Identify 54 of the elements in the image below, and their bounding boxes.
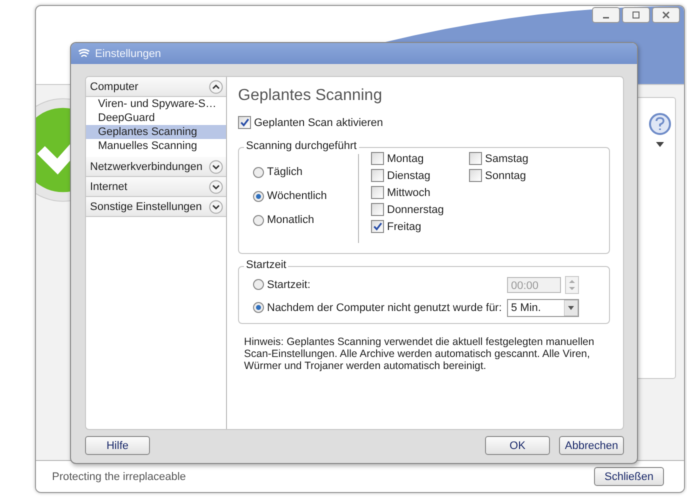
sidebar-item[interactable]: Viren- und Spyware-S… — [86, 97, 226, 111]
note-text: Hinweis: Geplantes Scanning verwendet die aktuell festgelegten manuellen Scan-Einstellungen. Alle Archive werden automatisch gescannt. Alle Viren, Würmer und Trojaner werden automatisch bereinigt. — [243, 336, 596, 372]
radio-label: Monatlich — [267, 214, 314, 226]
sidebar-section-header[interactable]: Internet — [86, 177, 226, 197]
close-button[interactable]: Schließen — [594, 467, 664, 486]
expand-icon[interactable] — [209, 160, 223, 174]
checkbox[interactable] — [371, 186, 384, 199]
radio-button[interactable] — [253, 302, 264, 313]
radio-label: Wöchentlich — [267, 190, 327, 202]
help-icon[interactable] — [648, 112, 672, 136]
checkbox-label: Donnerstag — [387, 204, 444, 216]
checkbox-label: Freitag — [387, 220, 422, 232]
checkbox-label: Mittwoch — [387, 186, 430, 198]
caret-icon[interactable] — [656, 142, 664, 147]
checkbox[interactable] — [371, 203, 384, 216]
checkbox[interactable] — [371, 152, 384, 165]
close-icon[interactable] — [652, 7, 680, 23]
radio-label: Täglich — [267, 166, 302, 178]
checkbox-label: Geplanten Scan aktivieren — [254, 116, 384, 128]
maximize-icon[interactable] — [622, 7, 650, 23]
checkbox-label: Samstag — [485, 152, 528, 164]
checkbox[interactable] — [469, 152, 482, 165]
status-text: Protecting the irreplaceable — [52, 470, 187, 482]
checkbox[interactable] — [238, 116, 251, 129]
help-button[interactable]: Hilfe — [85, 436, 150, 455]
radio-button[interactable] — [253, 214, 264, 226]
cancel-button[interactable]: Abbrechen — [559, 436, 624, 455]
dropdown[interactable]: 5 Min. — [507, 298, 579, 316]
checkbox-label: Montag — [387, 152, 424, 164]
window-title: Einstellungen — [95, 48, 162, 60]
collapse-icon[interactable] — [209, 80, 223, 94]
dropdown-arrow-icon[interactable] — [564, 300, 578, 316]
radio-button[interactable] — [253, 190, 264, 202]
checkbox[interactable] — [469, 169, 482, 182]
ok-button[interactable]: OK — [485, 436, 550, 455]
checkbox-label: Dienstag — [387, 170, 430, 182]
sidebar-item[interactable]: Manuelles Scanning — [86, 139, 226, 153]
page-heading: Geplantes Scanning — [238, 87, 384, 105]
sidebar-section-header[interactable]: Netzwerkverbindungen — [86, 157, 226, 177]
sidebar-item[interactable]: DeepGuard — [86, 111, 226, 125]
sidebar-section-header[interactable]: Sonstige Einstellungen — [86, 197, 226, 217]
expand-icon[interactable] — [209, 180, 223, 194]
checkbox-label: Sonntag — [485, 170, 526, 182]
sidebar-item[interactable]: Geplantes Scanning — [86, 125, 226, 139]
radio-button[interactable] — [253, 166, 264, 178]
expand-icon[interactable] — [209, 200, 223, 214]
radio-label: Startzeit: — [267, 278, 312, 290]
minimize-icon[interactable] — [592, 7, 620, 23]
radio-label: Nachdem der Computer nicht genutzt wurde für: — [267, 302, 503, 314]
group-title: Scanning durchgeführt — [244, 140, 359, 152]
checkbox[interactable] — [371, 169, 384, 182]
group-title: Startzeit — [244, 259, 288, 271]
checkbox[interactable] — [371, 220, 384, 233]
sidebar-section-header[interactable]: Computer — [86, 77, 226, 97]
